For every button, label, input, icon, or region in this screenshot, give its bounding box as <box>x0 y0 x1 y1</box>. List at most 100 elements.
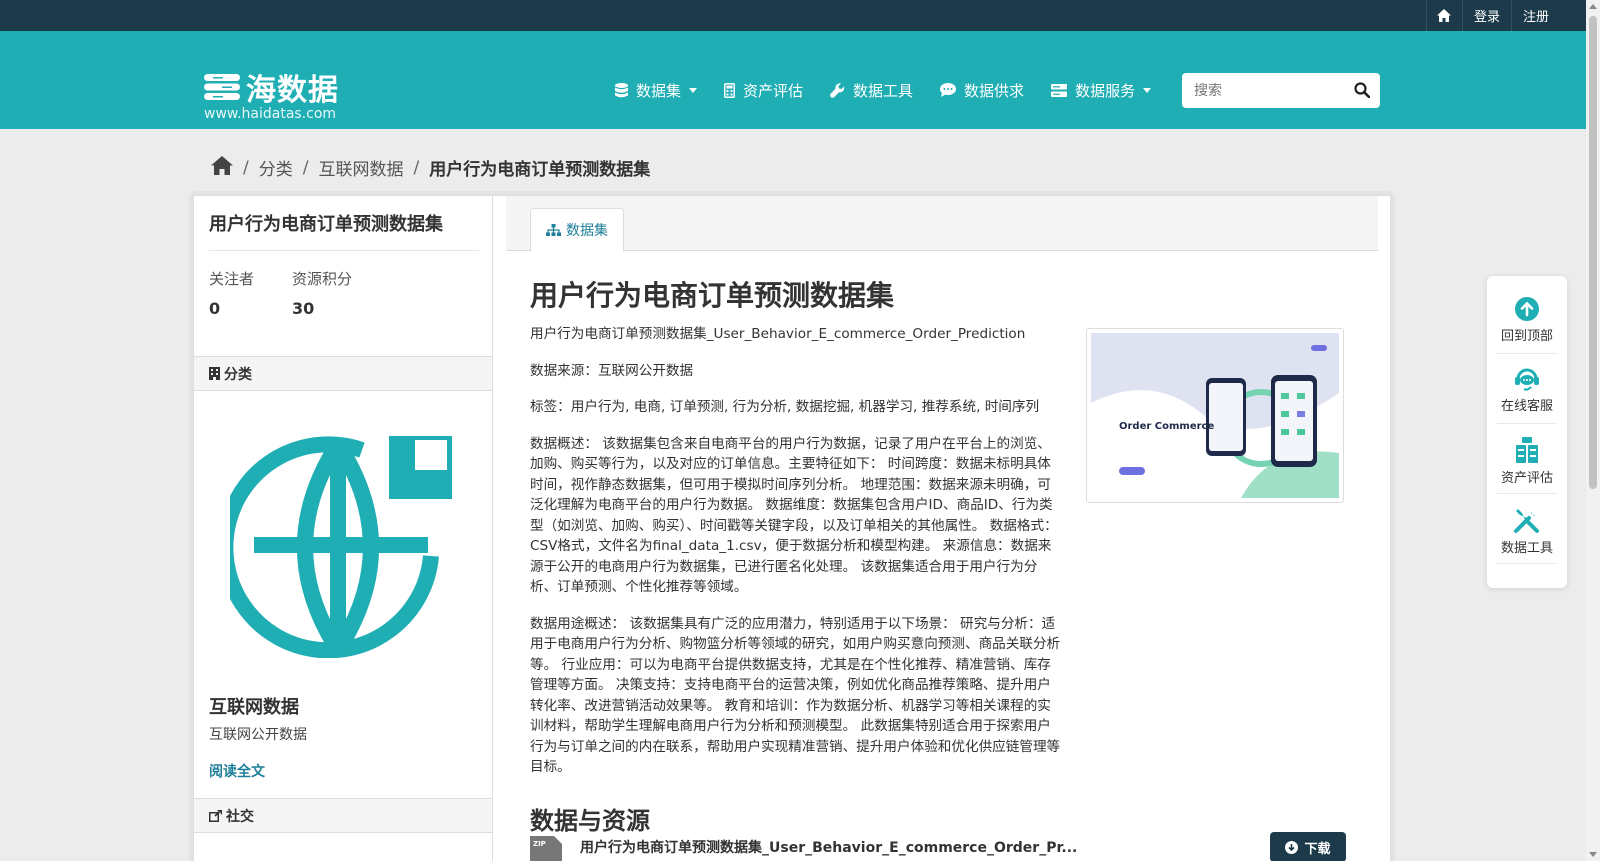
followers-label: 关注者 <box>209 270 255 288</box>
description-paragraph: 用户行为电商订单预测数据集_User_Behavior_E_commerce_O… <box>530 326 1026 342</box>
points-value: 30 <box>292 299 315 318</box>
calculator-icon <box>724 82 736 98</box>
chevron-down-icon <box>689 87 698 93</box>
dataset-thumbnail-image: Order Commerce <box>1091 333 1339 498</box>
floating-toolbar: 回到顶部 在线客服 资产评估 数据工具 <box>1487 276 1567 588</box>
followers-value: 0 <box>209 299 221 318</box>
download-label: 下载 <box>1304 841 1331 857</box>
breadcrumb-home[interactable] <box>211 155 233 180</box>
login-link[interactable]: 登录 <box>1461 0 1511 31</box>
masthead: 海数据 www.haidatas.com 数据集 资产评估 数据工具 数据供求 … <box>0 31 1586 129</box>
asset-eval-label: 资产评估 <box>1500 471 1553 486</box>
breadcrumb-current: 用户行为电商订单预测数据集 <box>429 160 651 180</box>
category-name: 互联网数据 <box>209 697 299 718</box>
breadcrumb-separator: / <box>413 157 420 178</box>
database-icon <box>615 82 628 97</box>
resource-name[interactable]: 用户行为电商订单预测数据集_User_Behavior_E_commerce_O… <box>580 837 1077 857</box>
asset-eval-button[interactable]: 资产评估 <box>1497 426 1557 494</box>
main-content: 数据集 用户行为电商订单预测数据集 用户行为电商订单预测数据集_User_Beh… <box>494 196 1391 861</box>
site-logo[interactable]: 海数据 <box>204 65 339 109</box>
search-input[interactable] <box>1182 74 1332 107</box>
brand-url: www.haidatas.com <box>204 106 337 122</box>
assets-icon <box>1516 437 1538 463</box>
nav-data-tools[interactable]: 数据工具 <box>830 78 913 102</box>
nav-asset-eval[interactable]: 资产评估 <box>724 78 803 102</box>
tab-bar: 数据集 <box>506 196 1378 252</box>
dataset-thumbnail: Order Commerce <box>1086 328 1344 503</box>
followers-stat: 关注者 0 <box>209 268 254 318</box>
search-icon[interactable] <box>1354 82 1370 98</box>
top-links: 登录 注册 <box>1425 0 1560 31</box>
tab-dataset[interactable]: 数据集 <box>530 208 624 252</box>
description-paragraph: 标签：用户行为, 电商, 订单预测, 行为分析, 数据挖掘, 机器学习, 推荐系… <box>530 399 1040 415</box>
scroll-up-arrow[interactable] <box>1589 4 1597 9</box>
chevron-down-icon <box>1143 87 1152 93</box>
download-icon <box>1285 840 1299 854</box>
points-stat: 资源积分 30 <box>292 268 352 318</box>
nav-datasets[interactable]: 数据集 <box>615 78 698 102</box>
tools-icon <box>1514 509 1539 533</box>
page-scrollbar[interactable] <box>1586 0 1600 861</box>
data-tools-button[interactable]: 数据工具 <box>1497 496 1557 564</box>
zip-file-icon: ZIP <box>530 836 562 861</box>
social-heading-label: 社交 <box>226 808 254 825</box>
breadcrumb: / 分类 / 互联网数据 / 用户行为电商订单预测数据集 <box>211 155 650 180</box>
nav-data-supply[interactable]: 数据供求 <box>940 78 1024 102</box>
resources-heading: 数据与资源 <box>530 807 650 835</box>
category-heading-label: 分类 <box>224 366 252 383</box>
stats: 关注者 0 资源积分 30 <box>209 268 390 318</box>
chat-icon <box>940 83 957 97</box>
category-description: 互联网公开数据 <box>209 727 307 743</box>
breadcrumb-parent[interactable]: 互联网数据 <box>318 155 403 180</box>
nav-data-supply-label: 数据供求 <box>964 81 1025 100</box>
home-icon <box>1437 9 1452 22</box>
dataset-card: 用户行为电商订单预测数据集 关注者 0 资源积分 30 分类 互联网数据 互联网… <box>193 195 1391 861</box>
main-nav: 数据集 资产评估 数据工具 数据供求 数据服务 <box>615 78 1178 102</box>
scroll-down-arrow[interactable] <box>1589 852 1597 857</box>
points-label: 资源积分 <box>292 270 353 288</box>
logo-mark-icon <box>204 74 240 100</box>
zip-badge: ZIP <box>533 840 546 848</box>
tab-dataset-label: 数据集 <box>566 223 608 239</box>
back-to-top-label: 回到顶部 <box>1500 329 1553 344</box>
thumbnail-caption: Order Commerce <box>1119 421 1214 432</box>
search-box <box>1182 73 1380 108</box>
top-utility-bar: 登录 注册 <box>0 0 1586 31</box>
nav-asset-eval-label: 资产评估 <box>743 81 804 100</box>
server-icon <box>1051 83 1068 97</box>
description-paragraph: 数据来源：互联网公开数据 <box>530 362 694 379</box>
online-service-button[interactable]: 在线客服 <box>1497 356 1557 424</box>
dataset-title: 用户行为电商订单预测数据集 <box>530 279 895 312</box>
nav-data-service-label: 数据服务 <box>1075 81 1136 100</box>
description-paragraph: 数据用途概述： 该数据集具有广泛的应用潜力，特别适用于以下场景： 研究与分析：适… <box>530 615 1061 776</box>
data-tools-label: 数据工具 <box>1500 541 1553 556</box>
sitemap-icon <box>546 224 561 236</box>
home-link[interactable] <box>1425 0 1462 31</box>
breadcrumb-separator: / <box>243 157 249 178</box>
headset-icon <box>1515 368 1539 391</box>
register-link[interactable]: 注册 <box>1510 0 1560 31</box>
description-paragraph: 数据概述： 该数据集包含来自电商平台的用户行为数据，记录了用户在平台上的浏览、加… <box>530 435 1058 596</box>
share-icon <box>209 809 222 822</box>
nav-datasets-label: 数据集 <box>636 81 682 100</box>
online-service-label: 在线客服 <box>1500 399 1553 414</box>
download-button[interactable]: 下载 <box>1270 832 1346 861</box>
nav-data-tools-label: 数据工具 <box>853 81 914 100</box>
resource-item: ZIP 用户行为电商订单预测数据集_User_Behavior_E_commer… <box>530 832 1346 861</box>
social-heading: 社交 <box>194 798 492 833</box>
nav-data-service[interactable]: 数据服务 <box>1051 78 1152 102</box>
sidebar: 用户行为电商订单预测数据集 关注者 0 资源积分 30 分类 互联网数据 互联网… <box>194 196 493 861</box>
back-to-top-button[interactable]: 回到顶部 <box>1497 286 1557 354</box>
read-more-link[interactable]: 阅读全文 <box>209 761 265 781</box>
scrollbar-thumb[interactable] <box>1589 16 1597 489</box>
breadcrumb-category[interactable]: 分类 <box>259 155 293 180</box>
internet-globe-icon <box>230 436 452 658</box>
home-icon <box>211 155 233 175</box>
dataset-description: 用户行为电商订单预测数据集_User_Behavior_E_commerce_O… <box>530 324 1062 794</box>
brand-name: 海数据 <box>246 73 339 108</box>
breadcrumb-separator: / <box>302 157 309 178</box>
arrow-up-circle-icon <box>1515 297 1539 321</box>
building-icon <box>209 367 220 380</box>
wrench-icon <box>830 82 845 98</box>
category-heading: 分类 <box>194 356 492 391</box>
